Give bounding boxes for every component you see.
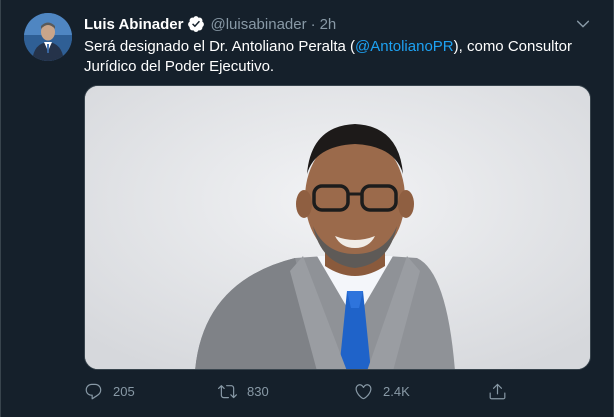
author-handle[interactable]: @luisabinader (210, 16, 306, 33)
tweet-menu-button[interactable] (573, 14, 593, 34)
retweet-button[interactable]: 830 (218, 382, 269, 401)
tweet-text-before: Será designado el Dr. Antoliano Peralta … (84, 38, 356, 55)
tweet-header: Luis Abinader @luisabinader · 2h (84, 14, 336, 34)
retweet-count: 830 (247, 383, 269, 399)
share-icon (489, 383, 506, 399)
reply-count: 205 (113, 383, 135, 399)
tweet-actions: 205 830 2.4K (84, 380, 524, 402)
heart-icon (355, 383, 372, 399)
reply-button[interactable]: 205 (84, 382, 135, 401)
chevron-down-icon (576, 20, 590, 28)
retweet-icon (218, 384, 237, 398)
mention-link[interactable]: @AntolianoPR (355, 38, 454, 55)
reply-icon (85, 383, 102, 399)
tweet-card[interactable]: Luis Abinader @luisabinader · 2h Será de… (0, 0, 614, 417)
share-button[interactable] (488, 382, 507, 401)
portrait-photo (85, 86, 590, 369)
tweet-text: Será designado el Dr. Antoliano Peralta … (84, 37, 589, 77)
tweet-photo[interactable] (84, 85, 591, 370)
author-avatar[interactable] (24, 13, 72, 61)
author-avatar-image (24, 13, 72, 61)
like-count: 2.4K (383, 383, 410, 399)
header-separator: · (310, 15, 316, 33)
verified-badge-icon (187, 15, 205, 33)
tweet-timestamp[interactable]: 2h (320, 16, 337, 33)
like-button[interactable]: 2.4K (354, 382, 410, 401)
author-name[interactable]: Luis Abinader (84, 16, 183, 33)
